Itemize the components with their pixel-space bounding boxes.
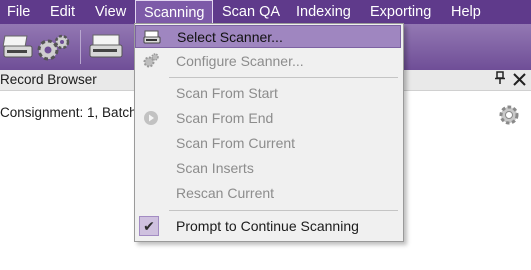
configure-tool-icon[interactable] bbox=[36, 32, 70, 64]
menu-separator bbox=[169, 77, 398, 78]
panel-title: Record Browser bbox=[0, 72, 97, 87]
menu-edit[interactable]: Edit bbox=[50, 0, 75, 24]
menu-help[interactable]: Help bbox=[451, 0, 481, 24]
menu-scan-qa[interactable]: Scan QA bbox=[222, 0, 280, 24]
checkmark-icon: ✔ bbox=[139, 216, 159, 236]
menu-file[interactable]: File bbox=[7, 0, 30, 24]
menu-item-select-scanner[interactable]: Select Scanner... bbox=[135, 25, 401, 48]
menu-indexing[interactable]: Indexing bbox=[296, 0, 351, 24]
consignment-label: Consignment: 1, Batch 1 bbox=[0, 105, 148, 120]
gears-icon bbox=[143, 53, 159, 68]
pin-icon[interactable] bbox=[495, 71, 505, 88]
menu-item-prompt-continue-scanning[interactable]: ✔ Prompt to Continue Scanning bbox=[135, 215, 401, 238]
menu-item-scan-inserts[interactable]: Scan Inserts bbox=[135, 157, 401, 180]
menu-exporting[interactable]: Exporting bbox=[370, 0, 431, 24]
toolbar-separator bbox=[80, 30, 81, 64]
menu-item-scan-from-end[interactable]: Scan From End bbox=[135, 107, 401, 130]
menu-item-rescan-current[interactable]: Rescan Current bbox=[135, 182, 401, 205]
gear-icon[interactable] bbox=[497, 103, 521, 127]
menu-item-scan-from-current[interactable]: Scan From Current bbox=[135, 132, 401, 155]
menu-item-scan-from-start[interactable]: Scan From Start bbox=[135, 82, 401, 105]
scanning-dropdown-menu: Select Scanner... Configure Scanner... S… bbox=[134, 23, 404, 242]
menu-bar: File Edit View Scanning Scan QA Indexing… bbox=[0, 0, 531, 25]
scanner-tool-icon[interactable] bbox=[2, 30, 34, 62]
menu-separator bbox=[169, 210, 398, 211]
menu-scanning[interactable]: Scanning bbox=[135, 0, 214, 25]
menu-item-configure-scanner[interactable]: Configure Scanner... bbox=[135, 50, 401, 73]
scanner-icon bbox=[143, 30, 161, 44]
menu-view[interactable]: View bbox=[95, 0, 126, 24]
close-icon[interactable] bbox=[513, 70, 526, 90]
play-icon bbox=[144, 111, 158, 125]
scan-tool-icon[interactable] bbox=[88, 30, 124, 62]
